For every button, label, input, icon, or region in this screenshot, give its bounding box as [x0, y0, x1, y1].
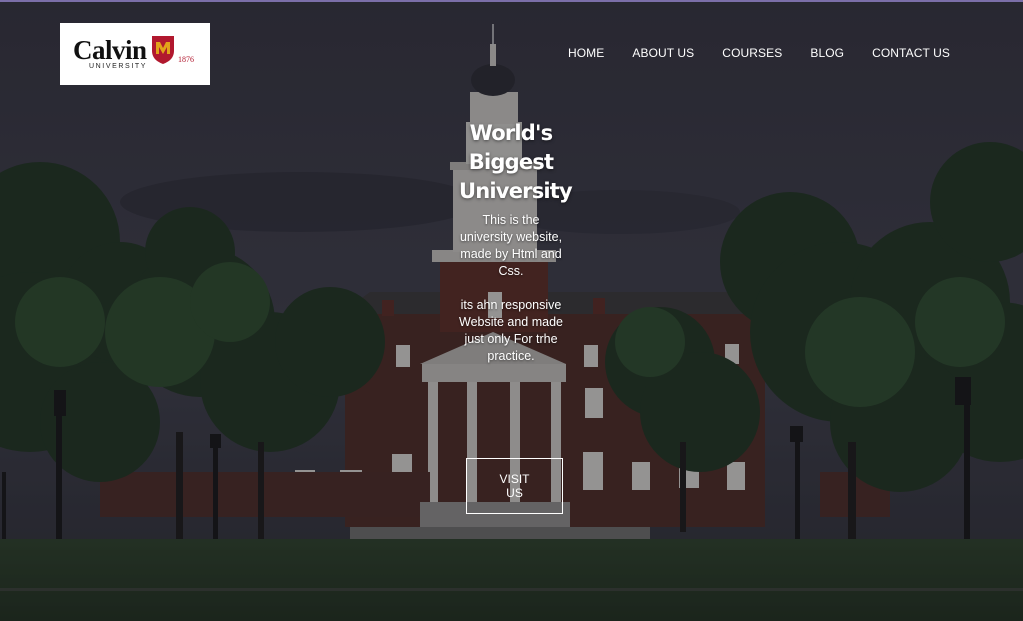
nav-contact-us[interactable]: CONTACT US [872, 46, 950, 60]
brand-logo[interactable]: Calvin UNIVERSITY 1876 [60, 23, 210, 85]
visit-us-button[interactable]: VISIT US [466, 458, 563, 514]
nav-home[interactable]: HOME [568, 46, 604, 60]
logo-year: 1876 [178, 54, 195, 64]
hero-content: World's Biggest University This is the u… [459, 119, 573, 365]
hero-section: Calvin UNIVERSITY 1876 HOME ABOUT US COU… [0, 0, 1023, 621]
hero-title: World's Biggest University [459, 121, 573, 203]
logo-name: Calvin [73, 35, 147, 65]
main-nav: HOME ABOUT US COURSES BLOG CONTACT US [568, 46, 950, 60]
shield-icon [152, 36, 175, 64]
nav-courses[interactable]: COURSES [722, 46, 782, 60]
nav-blog[interactable]: BLOG [810, 46, 844, 60]
nav-about-us[interactable]: ABOUT US [632, 46, 694, 60]
hero-description-secondary: its ahn responsive Website and made just… [459, 298, 563, 363]
logo-subtitle: UNIVERSITY [89, 63, 148, 70]
hero-description: This is the university website, made by … [459, 213, 563, 278]
